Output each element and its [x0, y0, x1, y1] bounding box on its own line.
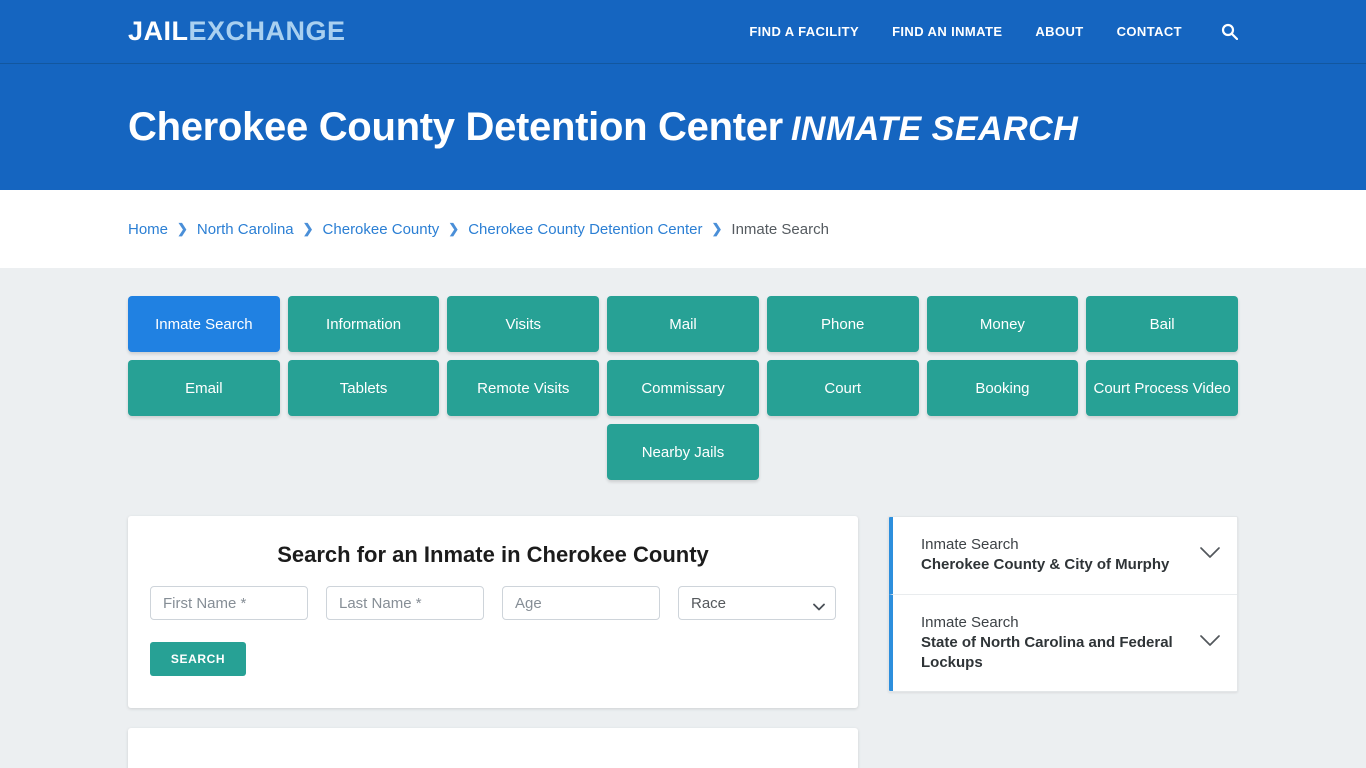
- tab-visits[interactable]: Visits: [447, 296, 600, 352]
- tab-court[interactable]: Court: [766, 360, 919, 416]
- accordion-item-text: Inmate Search State of North Carolina an…: [921, 613, 1189, 674]
- inmate-search-card: Search for an Inmate in Cherokee County …: [128, 516, 858, 708]
- chevron-down-icon[interactable]: [1199, 546, 1221, 564]
- accordion-item-text: Inmate Search Cherokee County & City of …: [921, 535, 1189, 576]
- nav-link-about[interactable]: ABOUT: [1035, 24, 1083, 39]
- breadcrumb-separator-icon: ❯: [302, 221, 314, 236]
- main-navigation: FIND A FACILITY FIND AN INMATE ABOUT CON…: [749, 23, 1238, 40]
- page-body: Inmate Search Information Visits Mail Ph…: [0, 268, 1366, 768]
- tab-phone[interactable]: Phone: [766, 296, 919, 352]
- tab-commissary[interactable]: Commissary: [607, 360, 759, 416]
- site-logo[interactable]: JAILEXCHANGE: [128, 18, 346, 45]
- facility-tab-grid: Inmate Search Information Visits Mail Ph…: [128, 268, 1238, 480]
- tab-nearby-jails[interactable]: Nearby Jails: [607, 424, 759, 480]
- page-title-section: INMATE SEARCH: [790, 110, 1079, 148]
- breadcrumb-item-detention-center[interactable]: Cherokee County Detention Center: [468, 221, 702, 238]
- breadcrumb-item-home[interactable]: Home: [128, 221, 168, 238]
- tab-email[interactable]: Email: [128, 360, 280, 416]
- age-input[interactable]: [502, 586, 660, 620]
- secondary-content-card: [128, 728, 858, 768]
- site-header: JAILEXCHANGE FIND A FACILITY FIND AN INM…: [0, 0, 1366, 64]
- search-fields: Race: [150, 586, 836, 620]
- logo-text-jail: JAIL: [128, 16, 189, 46]
- breadcrumb-separator-icon: ❯: [448, 221, 460, 236]
- tab-money[interactable]: Money: [926, 296, 1079, 352]
- page-hero: Cherokee County Detention Center INMATE S…: [0, 64, 1366, 190]
- accordion-item-state-federal-search[interactable]: Inmate Search State of North Carolina an…: [889, 594, 1237, 692]
- nav-link-find-a-facility[interactable]: FIND A FACILITY: [749, 24, 859, 39]
- content-columns: Search for an Inmate in Cherokee County …: [128, 516, 1238, 768]
- first-name-input[interactable]: [150, 586, 308, 620]
- main-column: Search for an Inmate in Cherokee County …: [128, 516, 858, 768]
- page-title-facility: Cherokee County Detention Center: [128, 105, 783, 149]
- last-name-input[interactable]: [326, 586, 484, 620]
- search-icon[interactable]: [1221, 23, 1238, 40]
- breadcrumb-item-north-carolina[interactable]: North Carolina: [197, 221, 294, 238]
- tab-remote-visits[interactable]: Remote Visits: [447, 360, 600, 416]
- accordion-item-subtitle: State of North Carolina and Federal Lock…: [921, 633, 1173, 671]
- accordion-item-title: Inmate Search: [921, 536, 1019, 553]
- search-submit-button[interactable]: SEARCH: [150, 642, 246, 676]
- tab-mail[interactable]: Mail: [607, 296, 759, 352]
- breadcrumb-item-current: Inmate Search: [731, 220, 829, 238]
- breadcrumb: Home ❯ North Carolina ❯ Cherokee County …: [128, 221, 829, 238]
- search-heading: Search for an Inmate in Cherokee County: [277, 542, 709, 567]
- race-select-wrapper: Race: [678, 586, 836, 620]
- logo-text-exchange: EXCHANGE: [188, 16, 346, 46]
- inmate-search-accordion: Inmate Search Cherokee County & City of …: [888, 516, 1238, 693]
- tab-court-process-video[interactable]: Court Process Video: [1086, 360, 1238, 416]
- breadcrumb-separator-icon: ❯: [711, 221, 723, 236]
- accordion-item-subtitle: Cherokee County & City of Murphy: [921, 556, 1170, 574]
- tab-bail[interactable]: Bail: [1086, 296, 1238, 352]
- race-select[interactable]: Race: [678, 586, 836, 620]
- tab-information[interactable]: Information: [287, 296, 440, 352]
- tab-tablets[interactable]: Tablets: [287, 360, 440, 416]
- tab-inmate-search[interactable]: Inmate Search: [128, 296, 280, 352]
- page-title: Cherokee County Detention Center INMATE S…: [128, 105, 1078, 149]
- nav-link-find-an-inmate[interactable]: FIND AN INMATE: [892, 24, 1002, 39]
- breadcrumb-item-cherokee-county[interactable]: Cherokee County: [323, 221, 440, 238]
- accordion-item-title: Inmate Search: [921, 613, 1019, 631]
- breadcrumb-separator-icon: ❯: [177, 221, 188, 236]
- breadcrumb-bar: Home ❯ North Carolina ❯ Cherokee County …: [0, 190, 1366, 268]
- nav-link-contact[interactable]: CONTACT: [1117, 24, 1182, 39]
- sidebar-column: Inmate Search Cherokee County & City of …: [888, 516, 1238, 693]
- chevron-down-icon[interactable]: [1199, 634, 1221, 652]
- tab-booking[interactable]: Booking: [926, 360, 1079, 416]
- accordion-item-county-search[interactable]: Inmate Search Cherokee County & City of …: [889, 517, 1237, 595]
